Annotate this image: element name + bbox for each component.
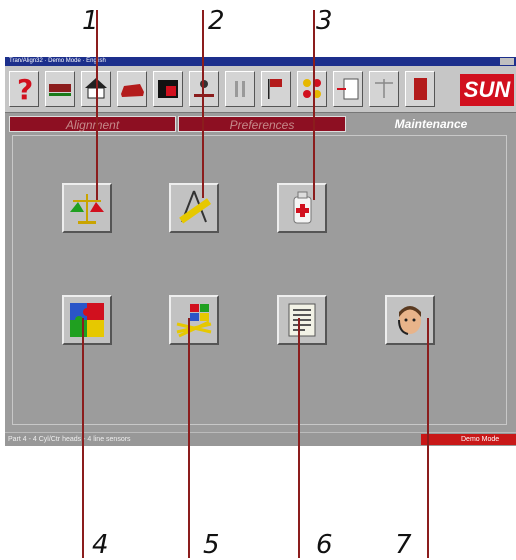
vehicle-button[interactable] bbox=[117, 71, 147, 107]
sensors-button[interactable] bbox=[297, 71, 327, 107]
window-controls[interactable] bbox=[500, 58, 514, 65]
leader-line-4 bbox=[82, 318, 84, 558]
callout-2: 2 bbox=[208, 6, 225, 36]
technician-icon bbox=[194, 80, 214, 97]
tab-maintenance[interactable]: Maintenance bbox=[348, 116, 514, 132]
window-title: Tran/Align32 · Demo Mode · English bbox=[9, 58, 106, 64]
leader-line-2 bbox=[202, 10, 204, 198]
leader-line-3 bbox=[313, 10, 315, 200]
measurement-button[interactable] bbox=[169, 183, 219, 233]
flags-icon bbox=[268, 79, 282, 99]
puzzle-icon bbox=[70, 303, 104, 337]
calibration-button[interactable] bbox=[62, 183, 112, 233]
callout-3: 3 bbox=[316, 6, 333, 36]
video-icon bbox=[158, 80, 178, 98]
sensors-icon bbox=[303, 79, 321, 98]
svg-text:?: ? bbox=[17, 73, 33, 106]
export-icon bbox=[337, 78, 359, 100]
callout-4: 4 bbox=[92, 530, 109, 560]
exit-door-icon bbox=[414, 78, 427, 100]
status-message: Part 4 - 4 Cyl/Ctr heads - 4 line sensor… bbox=[8, 436, 131, 443]
first-aid-button[interactable] bbox=[277, 183, 327, 233]
car-lift-button[interactable] bbox=[45, 71, 75, 107]
scale-icon bbox=[375, 79, 393, 98]
video-button[interactable] bbox=[153, 71, 183, 107]
sedan-icon bbox=[121, 84, 144, 97]
export-button[interactable] bbox=[333, 71, 363, 107]
maintenance-panel bbox=[12, 135, 507, 425]
tab-strip: Alignment Preferences Maintenance bbox=[5, 113, 516, 135]
compass-ruler-icon bbox=[179, 190, 212, 224]
leader-line-1 bbox=[96, 10, 98, 200]
leader-line-6 bbox=[298, 318, 300, 558]
sun-logo: SUN bbox=[460, 74, 514, 106]
help-icon: ? bbox=[17, 73, 33, 106]
help-button[interactable]: ? bbox=[9, 71, 39, 107]
leader-line-7 bbox=[427, 318, 429, 558]
exit-button[interactable] bbox=[405, 71, 435, 107]
leader-line-5 bbox=[188, 318, 190, 558]
callout-6: 6 bbox=[316, 530, 333, 560]
diagnostics-button[interactable] bbox=[62, 295, 112, 345]
scale-button[interactable] bbox=[369, 71, 399, 107]
pause-button[interactable] bbox=[225, 71, 255, 107]
demo-mode-indicator: Demo Mode bbox=[421, 434, 516, 445]
calibration-scale-icon bbox=[70, 194, 104, 224]
car-lift-icon bbox=[49, 84, 71, 96]
tab-alignment[interactable]: Alignment bbox=[9, 116, 176, 132]
windows-tools-icon bbox=[176, 304, 212, 338]
system-tools-button[interactable] bbox=[169, 295, 219, 345]
records-button[interactable] bbox=[277, 295, 327, 345]
technician-button[interactable] bbox=[189, 71, 219, 107]
callout-7: 7 bbox=[395, 530, 412, 560]
title-bar: Tran/Align32 · Demo Mode · English bbox=[5, 57, 516, 66]
pause-icon bbox=[235, 81, 245, 97]
technician-headset-icon bbox=[398, 306, 421, 335]
callout-5: 5 bbox=[203, 530, 220, 560]
flags-button[interactable] bbox=[261, 71, 291, 107]
first-aid-bottle-icon bbox=[293, 191, 312, 224]
toolbar: ? SUN bbox=[5, 66, 516, 113]
document-list-icon bbox=[288, 303, 316, 337]
